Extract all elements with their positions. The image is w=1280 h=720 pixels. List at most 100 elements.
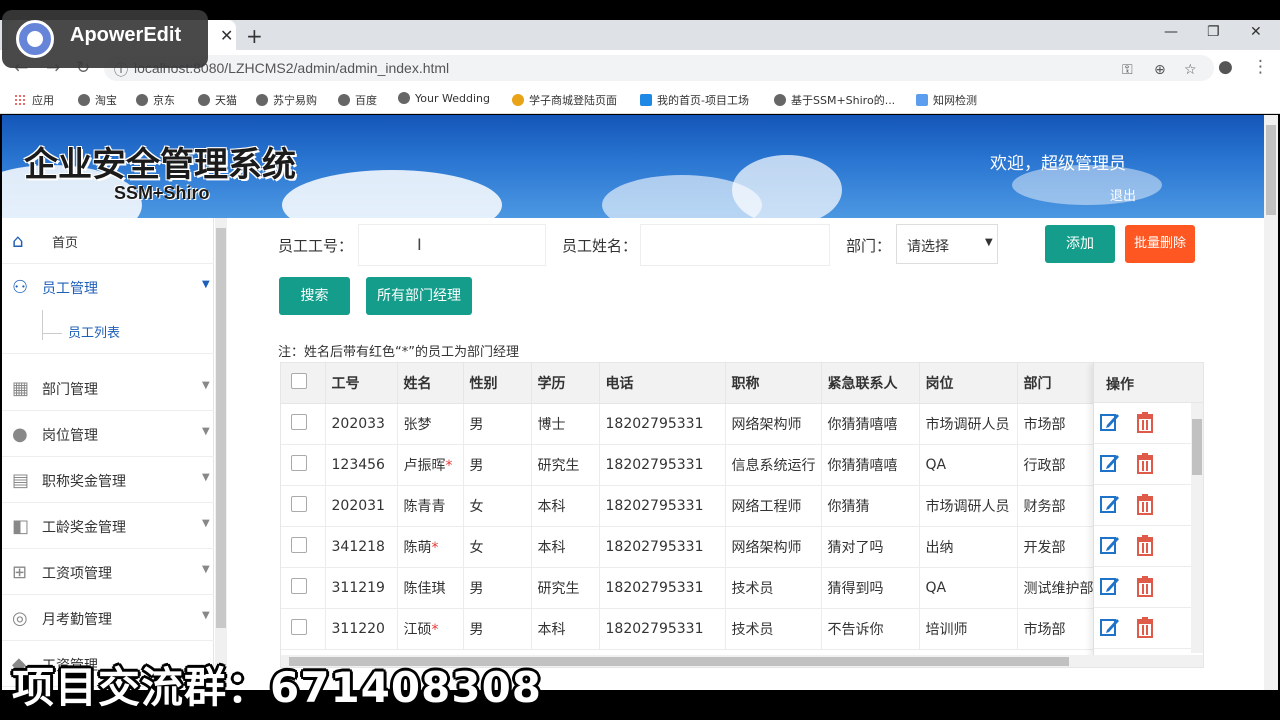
- operation-cell: [1094, 444, 1192, 485]
- chat-icon: ◎: [12, 608, 28, 629]
- bookmark-item[interactable]: 学子商城登陆页面: [512, 92, 617, 108]
- bookmark-item[interactable]: 我的首页-项目工场: [640, 92, 749, 108]
- column-header[interactable]: 部门: [1017, 363, 1095, 404]
- column-header[interactable]: 姓名: [397, 363, 464, 404]
- cnki-icon: [916, 94, 928, 106]
- sidebar-item-position[interactable]: ● 岗位管理 ▼: [2, 411, 214, 457]
- chevron-down-icon: ▼: [202, 472, 210, 483]
- delete-icon[interactable]: [1134, 616, 1156, 638]
- bookmark-item[interactable]: 京东: [136, 92, 175, 108]
- window-close-icon[interactable]: ✕: [1250, 24, 1262, 40]
- row-checkbox[interactable]: [291, 495, 307, 512]
- grid-icon: ⊞: [12, 562, 28, 583]
- sidebar-scrollbar[interactable]: [215, 218, 227, 690]
- cell-contact: 不告诉你: [821, 608, 920, 650]
- column-header[interactable]: 岗位: [919, 363, 1018, 404]
- film-reel-icon: [16, 20, 54, 58]
- cell-contact: 猜得到吗: [821, 567, 920, 609]
- table-row[interactable]: 202031 陈青青 女 本科 18202795331 网络工程师 你猜猜 市场…: [281, 485, 1095, 527]
- page-scrollbar-thumb[interactable]: [1266, 125, 1276, 215]
- sidebar-item-seniority-bonus[interactable]: ◧ 工龄奖金管理 ▼: [2, 503, 214, 549]
- edit-icon[interactable]: [1100, 576, 1120, 596]
- menu-icon[interactable]: ⋮: [1252, 57, 1269, 77]
- table-vertical-scrollbar[interactable]: [1191, 403, 1203, 653]
- emp-no-input[interactable]: I: [358, 224, 546, 266]
- delete-icon[interactable]: [1134, 575, 1156, 597]
- restore-icon[interactable]: ❐: [1207, 24, 1220, 40]
- batch-delete-button[interactable]: 批量删除: [1125, 225, 1195, 263]
- minimize-icon[interactable]: —: [1164, 24, 1178, 40]
- operation-column: 操作: [1093, 363, 1203, 667]
- bookmark-item[interactable]: Your Wedding: [398, 92, 490, 105]
- profile-icon[interactable]: ●: [1218, 57, 1233, 77]
- edit-icon[interactable]: [1100, 453, 1120, 473]
- cell-phone: 18202795331: [599, 444, 726, 486]
- column-header[interactable]: 性别: [463, 363, 532, 404]
- key-icon[interactable]: ⚿: [1122, 62, 1133, 78]
- cloud-shape: [282, 170, 502, 218]
- row-checkbox[interactable]: [291, 536, 307, 553]
- address-bar[interactable]: ⓘ localhost:8080/LZHCMS2/admin/admin_ind…: [104, 55, 1214, 81]
- row-checkbox[interactable]: [291, 577, 307, 594]
- delete-icon[interactable]: [1134, 534, 1156, 556]
- cell-post: QA: [919, 567, 1018, 609]
- add-button[interactable]: 添加: [1045, 225, 1115, 263]
- all-managers-button[interactable]: 所有部门经理: [366, 277, 472, 315]
- page-scrollbar[interactable]: [1264, 115, 1278, 690]
- bookmark-item[interactable]: 基于SSM+Shiro的...: [774, 92, 895, 108]
- column-header[interactable]: 工号: [325, 363, 398, 404]
- bookmark-item[interactable]: 苏宁易购: [256, 92, 317, 108]
- table-vertical-scrollbar-thumb[interactable]: [1192, 419, 1202, 475]
- column-header[interactable]: 职称: [725, 363, 822, 404]
- bookmark-item[interactable]: 百度: [338, 92, 377, 108]
- zoom-icon[interactable]: ⊕: [1154, 62, 1166, 78]
- bookmark-item[interactable]: 淘宝: [78, 92, 117, 108]
- emp-name-input[interactable]: [640, 224, 830, 266]
- search-button[interactable]: 搜索: [279, 277, 350, 315]
- sidebar-item-title-bonus[interactable]: ▤ 职称奖金管理 ▼: [2, 457, 214, 503]
- bookmark-item[interactable]: 天猫: [198, 92, 237, 108]
- delete-icon[interactable]: [1134, 493, 1156, 515]
- tab-close-icon[interactable]: ✕: [220, 26, 233, 45]
- dept-select[interactable]: 请选择 ▼: [896, 224, 998, 264]
- select-all-cell: [281, 363, 326, 404]
- edit-icon[interactable]: [1100, 412, 1120, 432]
- cell-post: 出纳: [919, 526, 1018, 568]
- sidebar-item-salary-items[interactable]: ⊞ 工资项管理 ▼: [2, 549, 214, 595]
- table-row[interactable]: 311219 陈佳琪 男 研究生 18202795331 技术员 猜得到吗 QA…: [281, 567, 1095, 609]
- row-checkbox[interactable]: [291, 454, 307, 471]
- logout-link[interactable]: 退出: [1110, 185, 1136, 204]
- delete-icon[interactable]: [1134, 411, 1156, 433]
- table-row[interactable]: 123456 卢振晖* 男 研究生 18202795331 信息系统运行 你猜猜…: [281, 444, 1095, 486]
- edit-icon[interactable]: [1100, 535, 1120, 555]
- cell-dept: 财务部: [1017, 485, 1095, 527]
- sidebar-item-department[interactable]: ▦ 部门管理 ▼: [2, 365, 214, 411]
- sidebar-item-employee-mgmt[interactable]: ⚇ 员工管理 ▼: [2, 264, 214, 310]
- select-all-checkbox[interactable]: [291, 372, 307, 389]
- cell-phone: 18202795331: [599, 485, 726, 527]
- edit-icon[interactable]: [1100, 617, 1120, 637]
- column-header[interactable]: 紧急联系人: [821, 363, 920, 404]
- table-row[interactable]: 311220 江硕* 男 本科 18202795331 技术员 不告诉你 培训师…: [281, 608, 1095, 650]
- delete-icon[interactable]: [1134, 452, 1156, 474]
- cell-name: 张梦: [397, 403, 464, 445]
- sidebar-item-employee-list[interactable]: 员工列表: [2, 310, 214, 354]
- row-checkbox[interactable]: [291, 413, 307, 430]
- sidebar-scrollbar-thumb[interactable]: [216, 228, 226, 628]
- table-header-row: 工号 姓名 性别 学历 电话 职称 紧急联系人 岗位 部门: [281, 363, 1095, 404]
- row-checkbox[interactable]: [291, 618, 307, 635]
- sidebar-item-home[interactable]: ⌂ 首页: [2, 218, 214, 264]
- column-header[interactable]: 电话: [599, 363, 726, 404]
- edit-icon[interactable]: [1100, 494, 1120, 514]
- column-header[interactable]: 学历: [531, 363, 600, 404]
- star-icon[interactable]: ☆: [1184, 62, 1197, 78]
- table-row[interactable]: 202033 张梦 男 博士 18202795331 网络架构师 你猜猜嘻嘻 市…: [281, 403, 1095, 445]
- select-arrow-icon: ▼: [985, 237, 993, 248]
- new-tab-icon[interactable]: +: [246, 24, 263, 48]
- web-page: 企业安全管理系统 SSM+Shiro 欢迎，超级管理员 退出 ⌂ 首页 ⚇ 员工…: [2, 115, 1278, 690]
- globe-icon: [774, 94, 786, 106]
- sidebar-item-attendance[interactable]: ◎ 月考勤管理 ▼: [2, 595, 214, 641]
- table-row[interactable]: 341218 陈萌* 女 本科 18202795331 网络架构师 猜对了吗 出…: [281, 526, 1095, 568]
- bookmark-apps[interactable]: 应用: [14, 92, 54, 108]
- bookmark-item[interactable]: 知网检测: [916, 92, 977, 108]
